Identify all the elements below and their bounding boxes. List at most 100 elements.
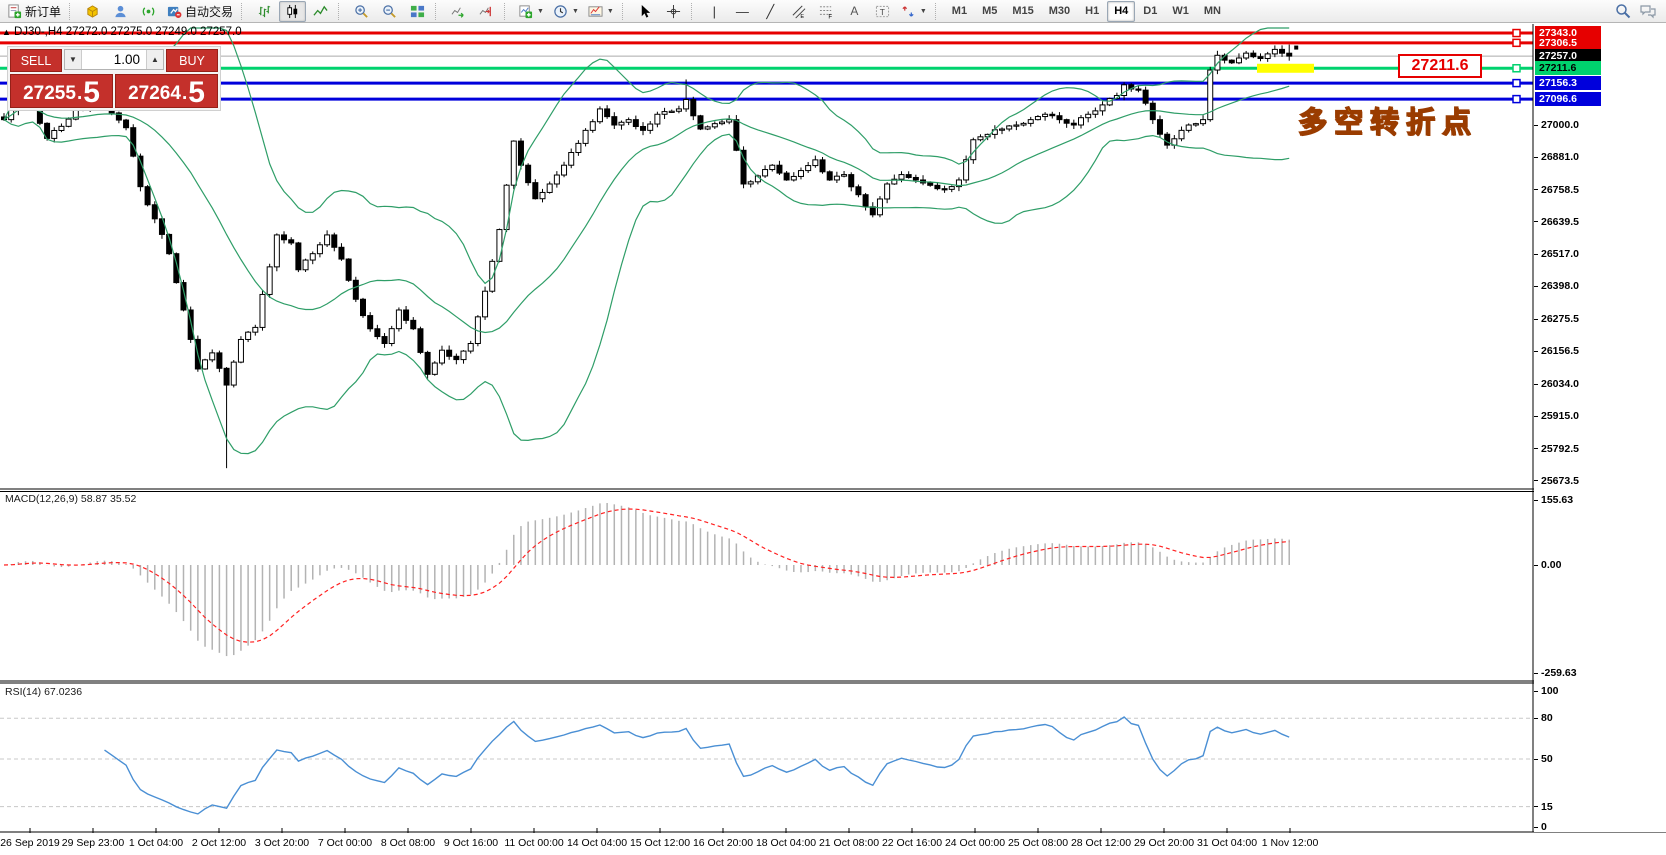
- vertical-line-button[interactable]: |: [701, 1, 728, 22]
- volume-decrease-button[interactable]: ▼: [65, 50, 82, 69]
- tab-timeframe-M15[interactable]: M15: [1005, 1, 1040, 22]
- line-chart-icon: [313, 4, 328, 19]
- volume-increase-button[interactable]: ▲: [146, 50, 163, 69]
- svg-text:E: E: [800, 14, 804, 19]
- tile-windows-icon: [410, 4, 425, 19]
- market-button[interactable]: [79, 1, 106, 22]
- tab-timeframe-H1[interactable]: H1: [1078, 1, 1106, 22]
- signals-button[interactable]: [135, 1, 162, 22]
- volume-value[interactable]: 1.00: [82, 50, 146, 69]
- time-axis[interactable]: 26 Sep 201929 Sep 23:001 Oct 04:002 Oct …: [0, 833, 1666, 855]
- toolbar-separator: [935, 3, 941, 20]
- indicators-button[interactable]: ▼: [514, 1, 548, 22]
- tab-timeframe-M5[interactable]: M5: [975, 1, 1004, 22]
- auto-trading-button[interactable]: 自动交易: [163, 1, 237, 22]
- tab-timeframe-M30[interactable]: M30: [1042, 1, 1077, 22]
- arrows-button[interactable]: ▼: [897, 1, 931, 22]
- price-annotation-box: 27211.6: [1398, 54, 1482, 78]
- horizontal-line-button[interactable]: —: [729, 1, 756, 22]
- buy-price-panel[interactable]: 27264 . 5: [115, 74, 218, 108]
- macd-scale-tick: 155.63: [1534, 494, 1573, 506]
- chat-icon[interactable]: [1639, 3, 1657, 19]
- fibonacci-button[interactable]: F: [813, 1, 840, 22]
- bar-chart-button[interactable]: [251, 1, 278, 22]
- sell-price-pip: 5: [83, 78, 100, 107]
- time-axis-label: 26 Sep 2019: [0, 837, 60, 849]
- buy-button[interactable]: BUY: [166, 49, 218, 72]
- zoom-in-icon: [354, 4, 369, 19]
- zoom-out-button[interactable]: [376, 1, 403, 22]
- rsi-scale-tick: 80: [1534, 712, 1553, 724]
- candlestick-chart-button[interactable]: [279, 1, 306, 22]
- line-chart-button[interactable]: [307, 1, 334, 22]
- vertical-line-icon: |: [713, 5, 716, 18]
- dropdown-caret: ▼: [920, 8, 927, 15]
- price-scale-tick: 27000.0: [1534, 119, 1579, 131]
- time-axis-label: 7 Oct 00:00: [318, 837, 372, 849]
- channel-button[interactable]: E: [785, 1, 812, 22]
- templates-button[interactable]: ▼: [584, 1, 618, 22]
- price-scale[interactable]: 27000.026881.026758.526639.526517.026398…: [1534, 24, 1666, 832]
- price-scale-tick: 26639.5: [1534, 216, 1579, 228]
- time-axis-label: 11 Oct 00:00: [504, 837, 563, 849]
- time-axis-label: 14 Oct 04:00: [567, 837, 627, 849]
- main-toolbar: 新订单 自动交易 ▼ ▼: [0, 0, 1666, 23]
- tab-timeframe-MN[interactable]: MN: [1197, 1, 1228, 22]
- bar-chart-icon: [257, 4, 272, 19]
- auto-trading-label: 自动交易: [185, 3, 233, 20]
- svg-text:T: T: [880, 6, 885, 16]
- sell-price-panel[interactable]: 27255 . 5: [10, 74, 113, 108]
- price-scale-tick: 26398.0: [1534, 280, 1579, 292]
- search-icon[interactable]: [1615, 3, 1631, 19]
- text-button[interactable]: A: [841, 1, 868, 22]
- time-axis-label: 8 Oct 08:00: [381, 837, 435, 849]
- time-axis-label: 29 Oct 20:00: [1134, 837, 1194, 849]
- oneclick-collapse-arrow[interactable]: ▲: [2, 27, 11, 37]
- arrows-icon: [901, 4, 916, 19]
- community-button[interactable]: [107, 1, 134, 22]
- crosshair-button[interactable]: [660, 1, 687, 22]
- indicators-icon: [518, 4, 533, 19]
- tab-timeframe-W1[interactable]: W1: [1165, 1, 1196, 22]
- trendline-button[interactable]: ╱: [757, 1, 784, 22]
- chart-note-text: 多空转折点: [1298, 99, 1478, 141]
- buy-price-dot: .: [182, 80, 187, 107]
- new-order-button[interactable]: 新订单: [3, 1, 65, 22]
- time-axis-label: 31 Oct 04:00: [1197, 837, 1257, 849]
- signals-icon: [141, 4, 156, 19]
- community-person-icon: [113, 4, 128, 19]
- rsi-scale-tick: 50: [1534, 753, 1553, 765]
- zoom-in-button[interactable]: [348, 1, 375, 22]
- zoom-out-icon: [382, 4, 397, 19]
- chart-shift-button[interactable]: [473, 1, 500, 22]
- level-price-label: 27211.6: [1535, 61, 1601, 75]
- price-scale-tick: 26275.5: [1534, 313, 1579, 325]
- text-label-button[interactable]: T: [869, 1, 896, 22]
- macd-scale-tick: -259.63: [1534, 667, 1577, 679]
- time-axis-label: 25 Oct 08:00: [1008, 837, 1068, 849]
- auto-scroll-icon: [451, 4, 466, 19]
- toolbar-right-icons: [1615, 3, 1663, 19]
- sell-button[interactable]: SELL: [10, 49, 62, 72]
- text-label-icon: T: [875, 4, 890, 19]
- cursor-button[interactable]: [632, 1, 659, 22]
- buy-price-main: 27264: [128, 80, 181, 107]
- crosshair-icon: [666, 4, 681, 19]
- level-price-label: 27096.6: [1535, 92, 1601, 106]
- time-axis-label: 1 Oct 04:00: [129, 837, 183, 849]
- auto-scroll-button[interactable]: [445, 1, 472, 22]
- toolbar-separator: [69, 3, 75, 20]
- price-scale-tick: 25673.5: [1534, 475, 1579, 487]
- new-order-label: 新订单: [25, 3, 61, 20]
- tab-timeframe-M1[interactable]: M1: [945, 1, 974, 22]
- tab-timeframe-D1[interactable]: D1: [1136, 1, 1164, 22]
- price-scale-tick: 26034.0: [1534, 378, 1579, 390]
- price-scale-tick: 26758.5: [1534, 184, 1579, 196]
- tab-timeframe-H4[interactable]: H4: [1107, 1, 1135, 22]
- equidistant-channel-icon: E: [791, 4, 806, 19]
- tile-windows-button[interactable]: [404, 1, 431, 22]
- time-axis-label: 29 Sep 23:00: [62, 837, 124, 849]
- periods-button[interactable]: ▼: [549, 1, 583, 22]
- price-scale-tick: 26517.0: [1534, 248, 1579, 260]
- svg-text:F: F: [828, 13, 832, 18]
